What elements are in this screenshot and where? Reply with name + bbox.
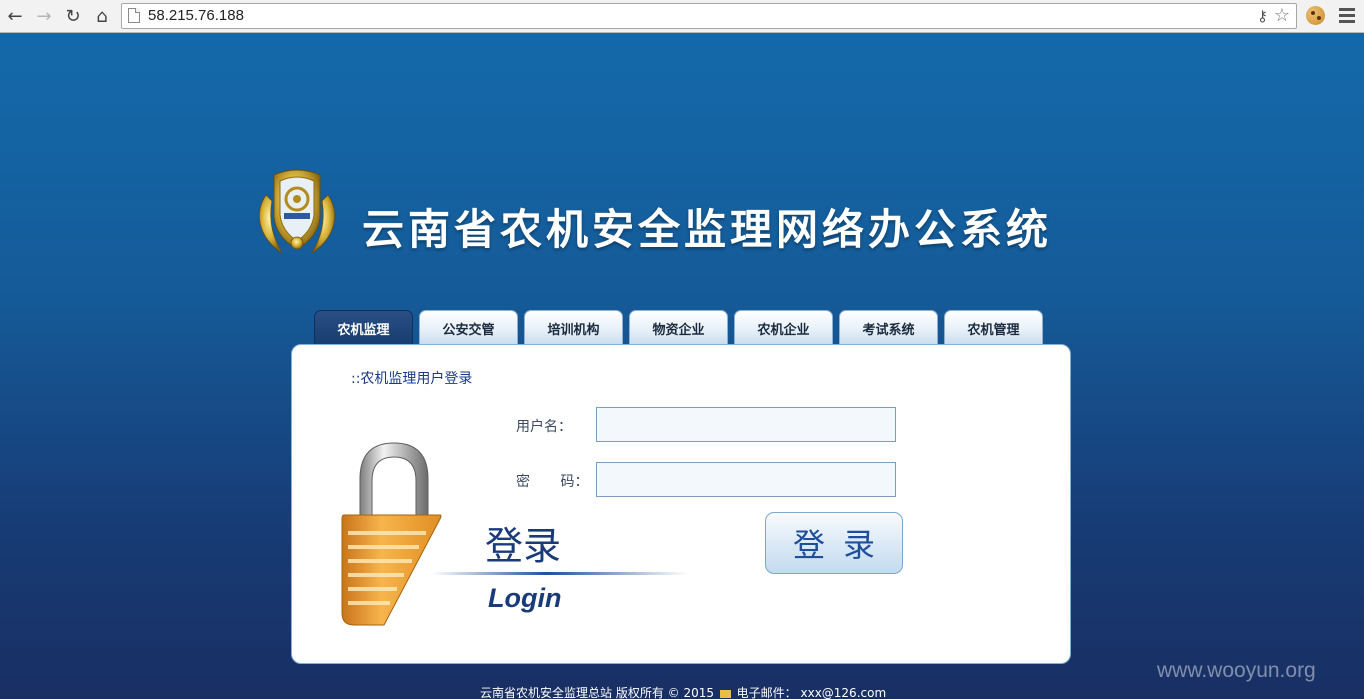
watermark: www.wooyun.org bbox=[1157, 659, 1316, 682]
login-graphic-cn: 登录 bbox=[485, 524, 562, 568]
tab-nongji-qiye[interactable]: 农机企业 bbox=[734, 310, 833, 345]
login-panel-title: ::农机监理用户登录 bbox=[351, 371, 473, 387]
password-input[interactable] bbox=[596, 462, 896, 497]
footer-email-label: 电子邮件： bbox=[736, 686, 797, 699]
tab-kaoshi-xitong[interactable]: 考试系统 bbox=[839, 310, 938, 345]
emblem-logo bbox=[259, 169, 335, 254]
mail-icon bbox=[719, 689, 731, 698]
password-label: 密 码： bbox=[516, 474, 589, 490]
tab-wuzi-qiye[interactable]: 物资企业 bbox=[629, 310, 728, 345]
page-title: 云南省农机安全监理网络办公系统 bbox=[362, 205, 1053, 254]
page-icon bbox=[128, 8, 140, 23]
star-icon[interactable]: ☆ bbox=[1274, 5, 1290, 26]
tab-nongji-jianli[interactable]: 农机监理 bbox=[314, 310, 413, 345]
cookie-icon[interactable] bbox=[1306, 6, 1325, 25]
address-bar[interactable]: 58.215.76.188 ⚷ ☆ bbox=[121, 3, 1297, 29]
home-icon[interactable]: ⌂ bbox=[91, 5, 113, 27]
tab-peixun-jigou[interactable]: 培训机构 bbox=[524, 310, 623, 345]
login-graphic-divider bbox=[432, 572, 687, 575]
login-panel: ::农机监理用户登录 用户名： 密 码： 登录 登录 Login bbox=[291, 344, 1071, 664]
footer-copyright: 云南省农机安全监理总站 版权所有 © 2015 bbox=[480, 686, 714, 699]
key-icon[interactable]: ⚷ bbox=[1257, 7, 1268, 25]
forward-icon[interactable]: → bbox=[33, 5, 55, 27]
username-label: 用户名： bbox=[516, 419, 572, 435]
back-icon[interactable]: ← bbox=[4, 5, 26, 27]
username-input[interactable] bbox=[596, 407, 896, 442]
footer: 云南省农机安全监理总站 版权所有 © 2015 电子邮件： xxx@126.co… bbox=[480, 684, 886, 699]
reload-icon[interactable]: ↻ bbox=[62, 5, 84, 27]
footer-email[interactable]: xxx@126.com bbox=[800, 686, 886, 699]
login-graphic-en: Login bbox=[488, 583, 562, 613]
tab-gongan-jiaoguan[interactable]: 公安交管 bbox=[419, 310, 518, 345]
login-button[interactable]: 登录 bbox=[765, 512, 903, 574]
tab-nongji-guanli[interactable]: 农机管理 bbox=[944, 310, 1043, 345]
menu-icon[interactable] bbox=[1339, 8, 1355, 24]
padlock-icon bbox=[341, 442, 442, 626]
url-text[interactable]: 58.215.76.188 bbox=[148, 7, 244, 24]
browser-toolbar: ← → ↻ ⌂ 58.215.76.188 ⚷ ☆ bbox=[0, 0, 1364, 33]
